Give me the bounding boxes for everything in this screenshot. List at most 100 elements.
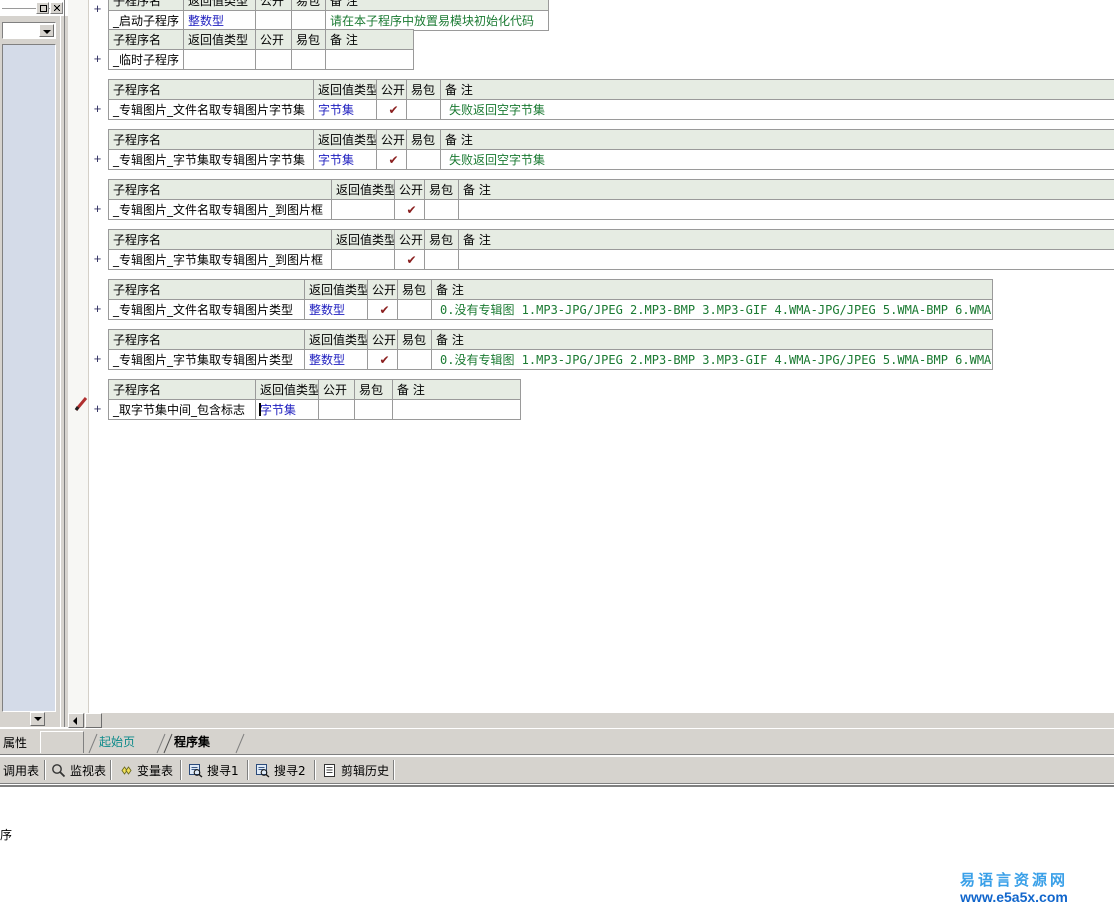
cell-package[interactable] (291, 10, 326, 31)
cell-package[interactable] (397, 349, 432, 370)
cell-name[interactable]: _专辑图片_字节集取专辑图片类型 (108, 349, 305, 370)
table-row[interactable]: _专辑图片_字节集取专辑图片类型 整数型 ✔ 0.没有专辑图 1.MP3-JPG… (108, 349, 993, 370)
cell-package[interactable] (424, 199, 459, 220)
cell-remark[interactable]: 0.没有专辑图 1.MP3-JPG/JPEG 2.MP3-BMP 3.MP3-G… (431, 349, 993, 370)
cell-ret[interactable] (331, 249, 395, 270)
expander-startup[interactable]: + (92, 2, 103, 15)
cell-remark[interactable]: 失败返回空字节集 (440, 149, 1114, 170)
expander-getbytes-middle[interactable]: + (92, 402, 103, 415)
table-row[interactable]: _取字节集中间_包含标志 字节集 (108, 399, 521, 420)
routine-table-albumpic-filename-type[interactable]: 子程序名 返回值类型 公开 易包 备 注 _专辑图片_文件名取专辑图片类型 整数… (108, 279, 993, 320)
output-text: 序 (0, 828, 13, 842)
cell-package[interactable] (354, 399, 393, 420)
bottom-toolbar: 调用表 监视表 变量表 搜寻1 搜寻2 剪辑历史 (0, 756, 1114, 784)
expander-temp[interactable]: + (92, 52, 103, 65)
editor-gutter (68, 0, 88, 713)
cell-ret[interactable]: 整数型 (304, 349, 368, 370)
cell-ret[interactable] (331, 199, 395, 220)
hscroll-left-button[interactable] (68, 713, 84, 728)
cell-ret[interactable] (183, 49, 256, 70)
cell-name[interactable]: _专辑图片_文件名取专辑图片_到图片框 (108, 199, 332, 220)
toolbar-item-clip-history[interactable]: 剪辑历史 (322, 761, 389, 779)
cell-package[interactable] (406, 149, 441, 170)
cell-remark[interactable] (458, 199, 1114, 220)
cell-remark[interactable]: 0.没有专辑图 1.MP3-JPG/JPEG 2.MP3-BMP 3.MP3-G… (431, 299, 993, 320)
maximize-button[interactable] (36, 2, 49, 14)
chevron-left-icon (73, 717, 77, 725)
routine-table-getbytes-middle[interactable]: 子程序名 返回值类型 公开 易包 备 注 _取字节集中间_包含标志 字节集 (108, 379, 521, 420)
cell-remark[interactable] (325, 49, 414, 70)
routine-table-albumpic-filename-bytes[interactable]: 子程序名 返回值类型 公开 易包 备 注 _专辑图片_文件名取专辑图片字节集 字… (108, 79, 1114, 120)
expander-albumpic-bytes-type[interactable]: + (92, 352, 103, 365)
cell-ret[interactable]: 字节集 (313, 99, 377, 120)
cell-package[interactable] (406, 99, 441, 120)
cell-ret[interactable]: 整数型 (183, 10, 256, 31)
routine-table-albumpic-filename-topicbox[interactable]: 子程序名 返回值类型 公开 易包 备 注 _专辑图片_文件名取专辑图片_到图片框… (108, 179, 1114, 220)
table-row[interactable]: _专辑图片_字节集取专辑图片_到图片框 ✔ (108, 249, 1114, 270)
expander-albumpic-filename-topicbox[interactable]: + (92, 202, 103, 215)
table-row[interactable]: _专辑图片_文件名取专辑图片类型 整数型 ✔ 0.没有专辑图 1.MP3-JPG… (108, 299, 993, 320)
cell-ret[interactable]: 字节集 (313, 149, 377, 170)
cell-package[interactable] (291, 49, 326, 70)
cell-public[interactable] (255, 10, 292, 31)
col-name: 子程序名 (108, 79, 314, 100)
expander-albumpic-filename-bytes[interactable]: + (92, 102, 103, 115)
toolbar-item-call-table[interactable]: 调用表 (3, 761, 39, 779)
expander-albumpic-bytes-topicbox[interactable]: + (92, 252, 103, 265)
cell-name[interactable]: _取字节集中间_包含标志 (108, 399, 256, 420)
table-row[interactable]: _临时子程序 (108, 49, 414, 70)
table-row[interactable]: _专辑图片_文件名取专辑图片_到图片框 ✔ (108, 199, 1114, 220)
cell-public[interactable] (318, 399, 355, 420)
left-panel-listbox[interactable] (2, 44, 56, 712)
cell-name[interactable]: _专辑图片_文件名取专辑图片字节集 (108, 99, 314, 120)
cell-remark[interactable] (392, 399, 521, 420)
cell-package[interactable] (424, 249, 459, 270)
routine-table-albumpic-bytes-type[interactable]: 子程序名 返回值类型 公开 易包 备 注 _专辑图片_字节集取专辑图片类型 整数… (108, 329, 993, 370)
toolbar-item-watch-table[interactable]: 监视表 (51, 761, 106, 779)
cell-name[interactable]: _临时子程序 (108, 49, 184, 70)
tab-start-page[interactable]: 起始页 (88, 733, 166, 754)
tab-program-set[interactable]: 程序集 (163, 733, 245, 754)
left-panel-combobox[interactable] (2, 22, 56, 39)
cell-remark[interactable] (458, 249, 1114, 270)
cell-public[interactable]: ✔ (394, 199, 425, 220)
combobox-arrow-button[interactable] (39, 24, 54, 37)
hscroll-thumb[interactable] (85, 713, 102, 728)
expander-albumpic-filename-type[interactable]: + (92, 302, 103, 315)
table-row[interactable]: _启动子程序 整数型 请在本子程序中放置易模块初始化代码 (108, 10, 549, 31)
panel-splitter[interactable] (60, 16, 63, 727)
cell-name[interactable]: _专辑图片_字节集取专辑图片字节集 (108, 149, 314, 170)
left-panel-scroll-down-button[interactable] (30, 712, 45, 726)
editor-horizontal-scrollbar[interactable] (68, 713, 1114, 728)
cell-name[interactable]: _专辑图片_字节集取专辑图片_到图片框 (108, 249, 332, 270)
cell-public[interactable]: ✔ (367, 299, 398, 320)
routine-table-startup[interactable]: 子程序名 返回值类型 公开 易包 备 注 _启动子程序 整数型 请在本子程序中放… (108, 0, 549, 31)
close-button[interactable] (50, 2, 63, 14)
cell-public[interactable]: ✔ (376, 99, 407, 120)
cell-ret[interactable]: 整数型 (304, 299, 368, 320)
expander-albumpic-bytes-bytes[interactable]: + (92, 152, 103, 165)
routine-table-albumpic-bytes-topicbox[interactable]: 子程序名 返回值类型 公开 易包 备 注 _专辑图片_字节集取专辑图片_到图片框… (108, 229, 1114, 270)
output-pane[interactable] (0, 785, 1114, 915)
cell-remark[interactable]: 请在本子程序中放置易模块初始化代码 (325, 10, 549, 31)
left-dock-panel (0, 0, 68, 727)
toolbar-item-variable-table[interactable]: 变量表 (118, 761, 173, 779)
table-row[interactable]: _专辑图片_文件名取专辑图片字节集 字节集 ✔ 失败返回空字节集 (108, 99, 1114, 120)
routine-table-albumpic-bytes-bytes[interactable]: 子程序名 返回值类型 公开 易包 备 注 _专辑图片_字节集取专辑图片字节集 字… (108, 129, 1114, 170)
cell-package[interactable] (397, 299, 432, 320)
col-package: 易包 (406, 79, 441, 100)
cell-public[interactable]: ✔ (367, 349, 398, 370)
cell-public[interactable] (255, 49, 292, 70)
cell-public[interactable]: ✔ (376, 149, 407, 170)
table-row[interactable]: _专辑图片_字节集取专辑图片字节集 字节集 ✔ 失败返回空字节集 (108, 149, 1114, 170)
toolbar-item-find-1[interactable]: 搜寻1 (188, 761, 239, 779)
table-header-row: 子程序名 返回值类型 公开 易包 备 注 (108, 279, 993, 300)
properties-tab[interactable] (40, 731, 84, 753)
cell-remark[interactable]: 失败返回空字节集 (440, 99, 1114, 120)
cell-ret-editing[interactable]: 字节集 (255, 399, 319, 420)
cell-name[interactable]: _启动子程序 (108, 10, 184, 31)
toolbar-item-find-2[interactable]: 搜寻2 (255, 761, 306, 779)
cell-public[interactable]: ✔ (394, 249, 425, 270)
routine-table-temp[interactable]: 子程序名 返回值类型 公开 易包 备 注 _临时子程序 (108, 29, 414, 70)
cell-name[interactable]: _专辑图片_文件名取专辑图片类型 (108, 299, 305, 320)
